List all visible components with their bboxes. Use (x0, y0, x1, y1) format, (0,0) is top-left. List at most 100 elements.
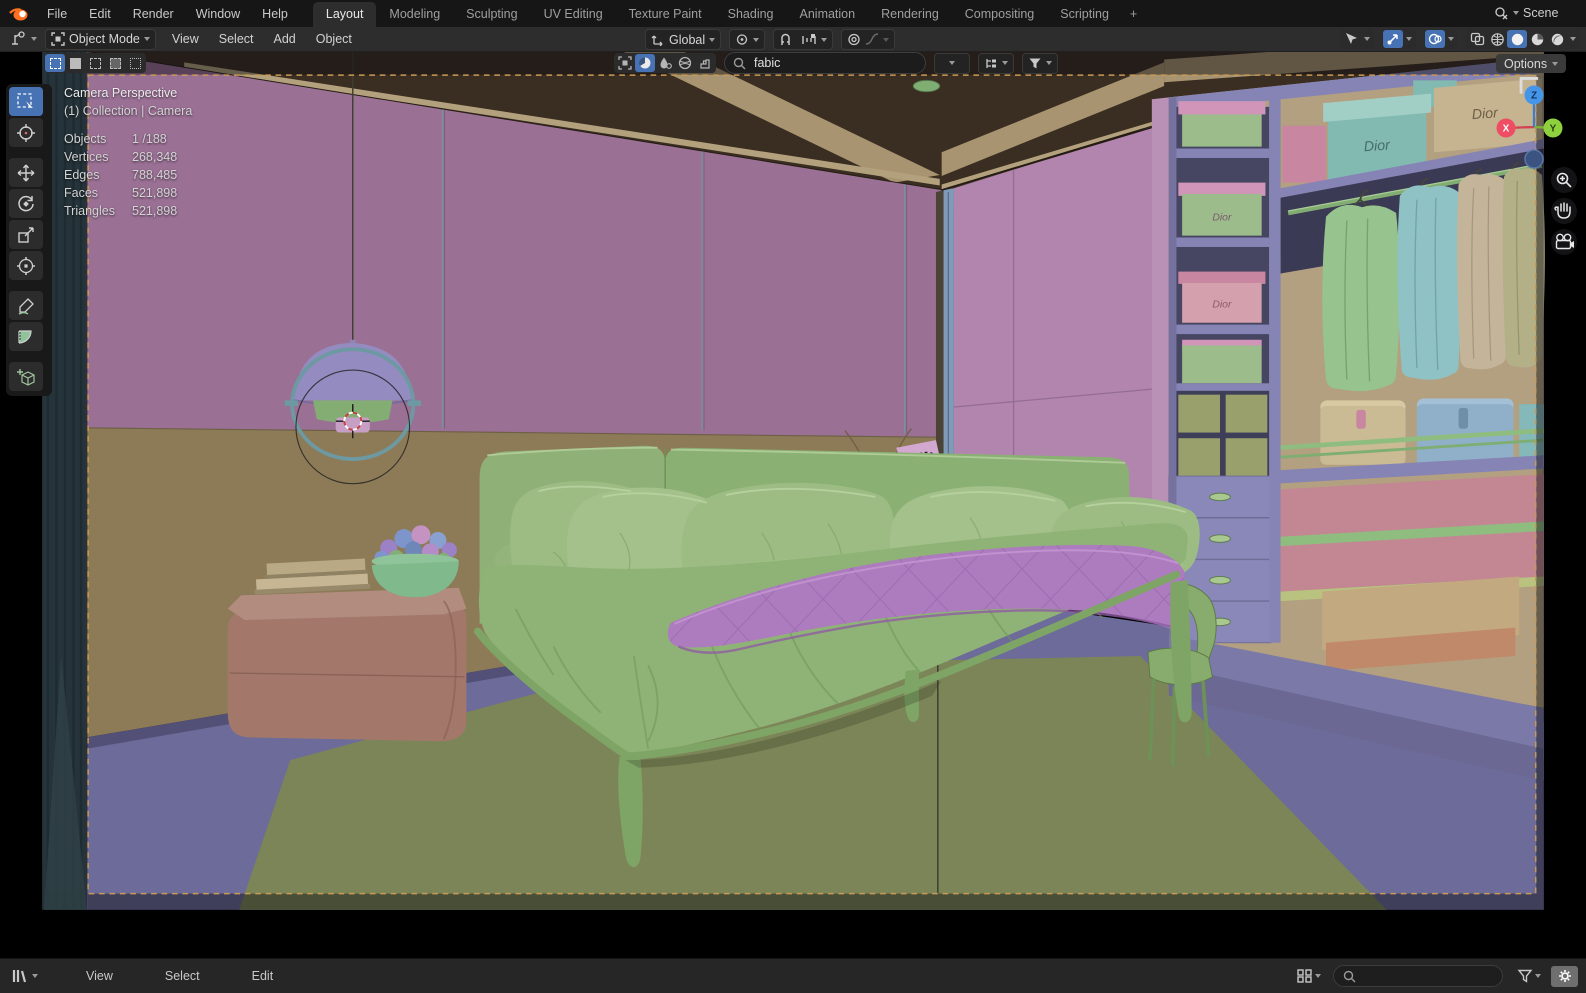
chevron-down-icon (1552, 61, 1559, 66)
box-label: Dior (1212, 300, 1232, 311)
filter-world-icon[interactable] (675, 54, 695, 72)
annotate-tool[interactable] (9, 291, 43, 320)
viewport-stats-overlay: Camera Perspective (1) Collection | Came… (64, 84, 192, 220)
scene-icon (1495, 6, 1508, 19)
editor-type-icon[interactable] (10, 31, 28, 47)
statusbar-search-input[interactable] (1362, 967, 1476, 985)
workspace-tab[interactable]: Shading (715, 2, 787, 27)
statusbar-menu-item[interactable]: Select (165, 969, 200, 983)
select-mode-invert[interactable] (105, 54, 125, 72)
workspace-tab[interactable]: Sculpting (453, 2, 530, 27)
chevron-down-icon[interactable] (32, 974, 38, 978)
filter-material-icon[interactable] (655, 54, 675, 72)
chevron-down-icon[interactable] (1570, 37, 1576, 41)
shading-solid-button[interactable] (1507, 30, 1527, 48)
viewport-menu-item[interactable]: View (162, 32, 209, 46)
editor-icon[interactable] (12, 968, 30, 984)
object-mode-icon (51, 32, 65, 46)
gizmos-toggle[interactable] (1382, 29, 1416, 49)
transform-tool[interactable] (9, 251, 43, 280)
app-menu-item[interactable]: Window (185, 7, 251, 21)
books[interactable] (253, 558, 371, 595)
cursor-tool[interactable] (9, 118, 43, 147)
chevron-down-icon[interactable] (31, 37, 37, 41)
workspace-tab[interactable]: Layout (312, 2, 377, 27)
viewport-search[interactable] (724, 52, 926, 74)
select-mode-intersect[interactable] (125, 54, 145, 72)
camera-view-button[interactable] (1551, 229, 1577, 255)
viewport-3d-scene[interactable]: Dior Dior Dior Dior (0, 51, 1586, 958)
chevron-down-icon (1406, 37, 1412, 41)
settings-toggle-button[interactable] (1551, 965, 1578, 987)
shading-solid-icon (1511, 33, 1523, 45)
grid-display-icon[interactable] (1296, 968, 1313, 984)
scale-tool[interactable] (9, 220, 43, 249)
viewport-menu-item[interactable]: Object (306, 32, 362, 46)
workspace-tab[interactable]: UV Editing (531, 2, 616, 27)
svg-text:Y: Y (1550, 124, 1557, 135)
snapping-controls[interactable] (773, 29, 834, 50)
search-icon (1343, 970, 1356, 982)
stat-row: Triangles 521,898 (64, 204, 178, 218)
app-menu-item[interactable]: File (36, 7, 78, 21)
axis-navigation-gizmo[interactable]: X Y Z (1488, 80, 1586, 180)
measure-tool[interactable] (9, 322, 43, 351)
filter-funnel-icon[interactable] (1517, 969, 1533, 983)
move-tool[interactable] (9, 158, 43, 187)
orientation-dropdown[interactable]: Global (645, 29, 722, 50)
scene-selector[interactable]: Scene (1494, 2, 1586, 24)
workspace-tab[interactable]: Compositing (952, 2, 1047, 27)
add-cube-tool[interactable] (9, 362, 43, 391)
workspace-tab[interactable]: Texture Paint (616, 2, 715, 27)
proportional-editing[interactable] (841, 29, 896, 50)
app-menu-item[interactable]: Help (251, 7, 299, 21)
chevron-down-icon[interactable] (1535, 974, 1541, 978)
viewport-menu-item[interactable]: Add (264, 32, 306, 46)
blender-logo-icon[interactable] (8, 5, 30, 23)
filter-brush-icon[interactable] (695, 54, 715, 72)
workspace-tab[interactable]: Modeling (376, 2, 453, 27)
hierarchy-filter-button[interactable] (978, 52, 1014, 74)
select-mode-subtract[interactable] (85, 54, 105, 72)
shading-material-button[interactable] (1527, 30, 1547, 48)
collapsed-panel-button[interactable] (934, 52, 970, 74)
filter-shading-icon[interactable] (635, 54, 655, 72)
workspace-tab[interactable]: Rendering (868, 2, 952, 27)
select-box-tool[interactable] (9, 87, 43, 116)
toolbar (6, 84, 52, 396)
pivot-dropdown[interactable] (729, 29, 766, 50)
search-input[interactable] (752, 55, 896, 71)
app-menu-item[interactable]: Render (122, 7, 185, 21)
statusbar-menu-item[interactable]: Edit (252, 969, 274, 983)
gear-icon (1558, 970, 1571, 982)
select-mode-set[interactable] (45, 54, 65, 72)
axis-negative-ball[interactable] (1524, 149, 1544, 169)
shading-rendered-button[interactable] (1547, 30, 1567, 48)
workspace-tab[interactable]: Scripting (1047, 2, 1122, 27)
mode-dropdown[interactable]: Object Mode (45, 28, 156, 50)
overlays-toggle[interactable] (1424, 29, 1458, 49)
statusbar-menu-item[interactable]: View (86, 969, 113, 983)
shading-rendered-icon (1551, 33, 1563, 45)
xray-toggle[interactable] (1467, 30, 1487, 48)
options-button[interactable]: Options (1496, 54, 1567, 73)
filter-object-icon[interactable] (615, 54, 635, 72)
chevron-down-icon (821, 37, 828, 42)
shading-wireframe-button[interactable] (1487, 30, 1507, 48)
chevron-down-icon[interactable] (1315, 974, 1321, 978)
select-mode-extend[interactable] (65, 54, 85, 72)
visibility-dropdown[interactable] (1340, 29, 1374, 49)
app-menu-item[interactable]: Edit (78, 7, 122, 21)
add-workspace-button[interactable]: + (1122, 2, 1145, 26)
viewport-menu-item[interactable]: Select (209, 32, 264, 46)
ceiling-vent[interactable] (912, 79, 941, 93)
viewport-header: Object Mode View Select Add Object Global (0, 27, 1586, 52)
filter-funnel-button[interactable] (1022, 52, 1058, 74)
statusbar-search[interactable] (1333, 965, 1503, 987)
rotate-tool[interactable] (9, 189, 43, 218)
scene-name: Scene (1523, 6, 1559, 20)
workspace-tab[interactable]: Animation (787, 2, 869, 27)
pan-button[interactable] (1551, 198, 1577, 224)
zoom-button[interactable] (1551, 167, 1577, 193)
chevron-down-icon (1513, 11, 1519, 15)
